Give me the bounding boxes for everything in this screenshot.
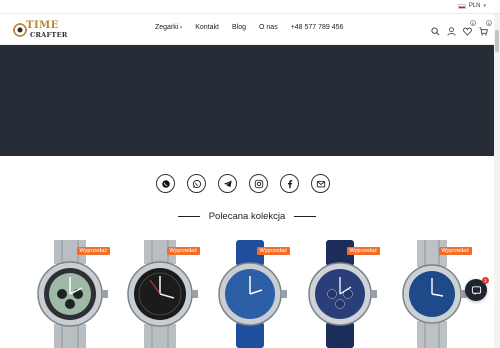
nav-item-zegarki[interactable]: Zegarki ▾ [155, 24, 182, 31]
product-grid: Wyprzedaż Wyprzedaż Wyprzedaż Wyprzedaż … [0, 240, 494, 348]
chat-bubble-icon [471, 285, 481, 295]
page-scrollbar[interactable] [494, 14, 500, 348]
watch-image [127, 240, 198, 348]
wishlist-count-badge: 0 [470, 20, 476, 26]
email-icon[interactable] [311, 174, 330, 193]
watch-image [37, 240, 108, 348]
currency-label: PLN [468, 3, 481, 9]
top-bar: PLN ▾ [0, 0, 500, 14]
user-icon[interactable] [447, 23, 456, 36]
chat-unread-badge: 1 [482, 277, 489, 284]
hero-banner [0, 45, 494, 156]
section-title-text: Polecana kolekcja [208, 211, 286, 222]
main-navigation: Zegarki ▾ Kontakt Blog O nas +48 577 789… [155, 24, 343, 31]
sale-badge: Wyprzedaż [346, 247, 380, 255]
brand-name-line1: TIME [26, 20, 59, 31]
whatsapp-icon[interactable] [187, 174, 206, 193]
sale-badge: Wyprzedaż [166, 247, 200, 255]
product-card[interactable]: Wyprzedaż [30, 240, 110, 348]
nav-item-kontakt[interactable]: Kontakt [195, 24, 219, 31]
product-card[interactable]: Wyprzedaż [210, 240, 290, 348]
cart-icon[interactable]: 0 [479, 20, 492, 36]
brand-name-line2: CRAFTER [30, 31, 68, 39]
chevron-down-icon: ▾ [178, 25, 183, 31]
title-divider-left [177, 215, 200, 217]
sale-badge: Wyprzedaż [438, 247, 472, 255]
poland-flag-icon [457, 3, 466, 9]
chevron-down-icon: ▾ [483, 3, 486, 9]
sale-badge: Wyprzedaż [256, 247, 290, 255]
nav-item-phone[interactable]: +48 577 789 456 [291, 24, 344, 31]
product-card[interactable]: Wyprzedaż [120, 240, 200, 348]
nav-label: Zegarki [155, 24, 179, 31]
whatsapp-alt-icon[interactable] [156, 174, 175, 193]
scrollbar-thumb[interactable] [495, 30, 499, 52]
social-links [156, 174, 330, 193]
instagram-icon[interactable] [249, 174, 268, 193]
brand-logo[interactable]: TIME CRAFTER [12, 20, 67, 42]
product-card[interactable]: Wyprzedaż [392, 240, 472, 348]
watch-image [402, 240, 467, 348]
search-icon[interactable] [431, 23, 440, 36]
telegram-icon[interactable] [218, 174, 237, 193]
site-header: TIME CRAFTER Zegarki ▾ Kontakt Blog O na… [0, 14, 500, 45]
title-divider-right [294, 215, 317, 217]
language-selector[interactable]: PLN ▾ [457, 3, 486, 9]
nav-item-o-nas[interactable]: O nas [259, 24, 278, 31]
chat-widget-button[interactable]: 1 [465, 277, 489, 301]
cart-count-badge: 0 [486, 20, 492, 26]
featured-collection-heading: Polecana kolekcja [0, 211, 494, 222]
watch-image [308, 240, 377, 348]
watch-image [218, 240, 287, 348]
header-actions: 0 0 [431, 20, 492, 36]
facebook-icon[interactable] [280, 174, 299, 193]
sale-badge: Wyprzedaż [76, 247, 110, 255]
nav-item-blog[interactable]: Blog [232, 24, 246, 31]
wishlist-heart-icon[interactable]: 0 [463, 20, 476, 36]
product-card[interactable]: Wyprzedaż [300, 240, 380, 348]
